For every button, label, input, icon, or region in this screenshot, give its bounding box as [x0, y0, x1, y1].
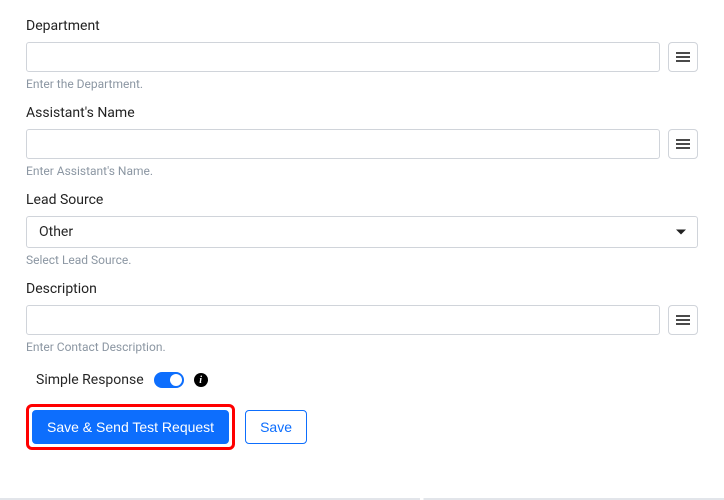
simple-response-toggle[interactable] [154, 372, 184, 388]
assistant-label: Assistant's Name [26, 105, 698, 121]
department-input[interactable] [26, 42, 660, 72]
hamburger-icon [676, 52, 690, 62]
lead-source-field-group: Lead Source Other Select Lead Source. [26, 192, 698, 267]
hamburger-icon [676, 315, 690, 325]
info-icon[interactable]: i [194, 373, 208, 387]
hamburger-icon [676, 139, 690, 149]
simple-response-row: Simple Response i [36, 372, 698, 388]
department-label: Department [26, 18, 698, 34]
assistant-options-button[interactable] [668, 129, 698, 159]
save-send-test-request-button[interactable]: Save & Send Test Request [32, 410, 229, 444]
lead-source-selected: Other [39, 224, 73, 240]
assistant-input[interactable] [26, 129, 660, 159]
lead-source-helper: Select Lead Source. [26, 253, 698, 267]
description-helper: Enter Contact Description. [26, 340, 698, 354]
assistant-field-group: Assistant's Name Enter Assistant's Name. [26, 105, 698, 178]
lead-source-label: Lead Source [26, 192, 698, 208]
department-field-group: Department Enter the Department. [26, 18, 698, 91]
assistant-helper: Enter Assistant's Name. [26, 164, 698, 178]
description-options-button[interactable] [668, 305, 698, 335]
simple-response-label: Simple Response [36, 372, 144, 388]
department-options-button[interactable] [668, 42, 698, 72]
save-button[interactable]: Save [245, 410, 307, 444]
toggle-knob [170, 374, 182, 386]
description-input[interactable] [26, 305, 660, 335]
action-button-row: Save & Send Test Request Save [26, 404, 698, 450]
lead-source-select[interactable]: Other [26, 216, 698, 248]
department-helper: Enter the Department. [26, 77, 698, 91]
description-label: Description [26, 281, 698, 297]
description-field-group: Description Enter Contact Description. [26, 281, 698, 354]
annotation-highlight: Save & Send Test Request [26, 404, 235, 450]
